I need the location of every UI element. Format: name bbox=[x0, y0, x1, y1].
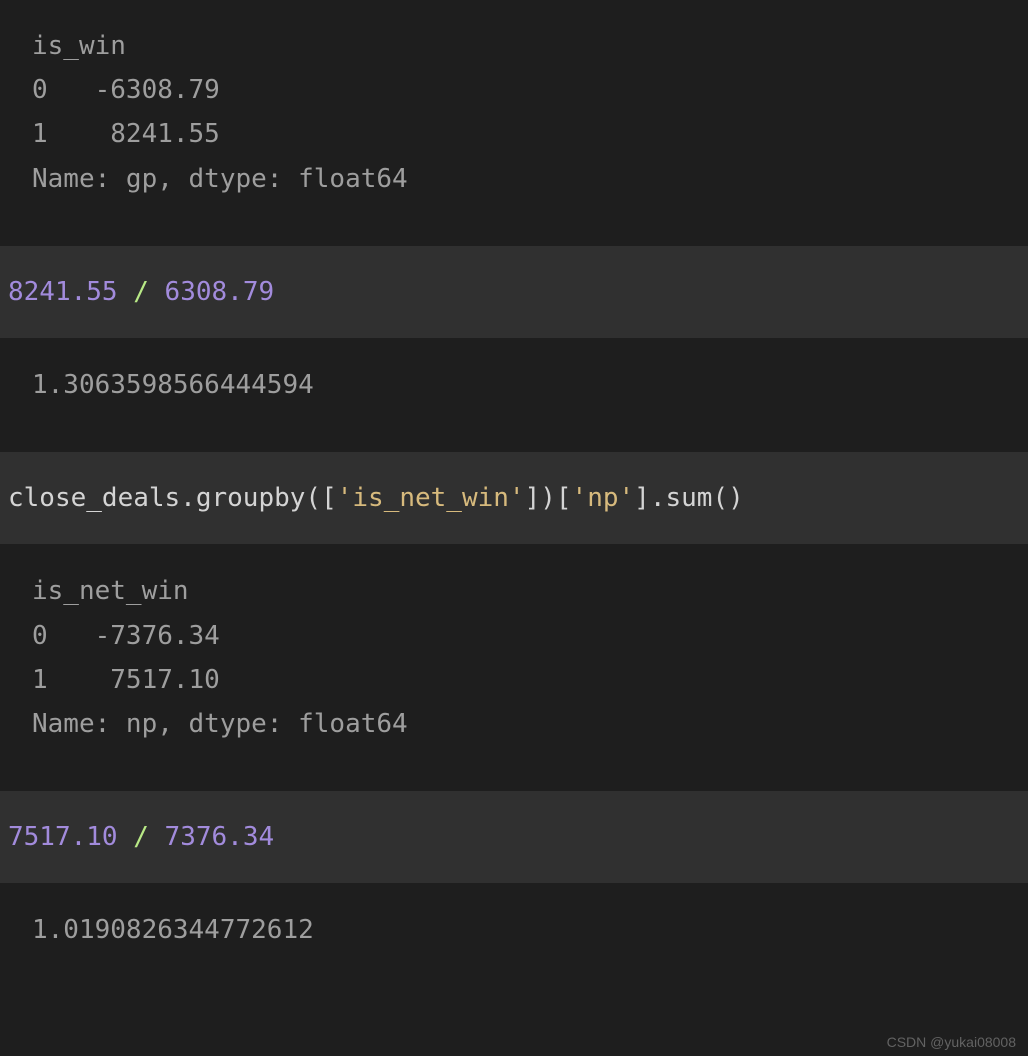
output-line: 1 8241.55 bbox=[32, 119, 220, 149]
output-line: 0 -6308.79 bbox=[32, 75, 220, 105]
operator-divide: / bbox=[118, 277, 165, 307]
number-literal: 7517.10 bbox=[8, 822, 118, 852]
output-cell-3: is_net_win 0 -7376.34 1 7517.10 Name: np… bbox=[0, 545, 1028, 770]
output-line: is_net_win bbox=[32, 576, 189, 606]
input-cell-3[interactable]: close_deals.groupby(['is_net_win'])['np'… bbox=[0, 451, 1028, 545]
code-text: ].sum() bbox=[634, 483, 744, 513]
output-line: 1 7517.10 bbox=[32, 665, 220, 695]
string-literal: 'is_net_win' bbox=[337, 483, 525, 513]
cell-spacer bbox=[0, 770, 1028, 790]
cell-spacer bbox=[0, 225, 1028, 245]
number-literal: 6308.79 bbox=[165, 277, 275, 307]
code-text: ])[ bbox=[525, 483, 572, 513]
operator-divide: / bbox=[118, 822, 165, 852]
cell-spacer bbox=[0, 431, 1028, 451]
output-line: 0 -7376.34 bbox=[32, 621, 220, 651]
output-line: is_win bbox=[32, 31, 126, 61]
string-literal: 'np' bbox=[572, 483, 635, 513]
output-line: Name: gp, dtype: float64 bbox=[32, 164, 408, 194]
input-cell-4[interactable]: 7517.10 / 7376.34 bbox=[0, 790, 1028, 884]
output-line: 1.3063598566444594 bbox=[32, 370, 314, 400]
number-literal: 7376.34 bbox=[165, 822, 275, 852]
output-cell-2: 1.3063598566444594 bbox=[0, 339, 1028, 431]
number-literal: 8241.55 bbox=[8, 277, 118, 307]
input-cell-2[interactable]: 8241.55 / 6308.79 bbox=[0, 245, 1028, 339]
output-cell-4: 1.0190826344772612 bbox=[0, 884, 1028, 976]
watermark-text: CSDN @yukai08008 bbox=[887, 1034, 1016, 1050]
code-text: close_deals.groupby([ bbox=[8, 483, 337, 513]
output-line: 1.0190826344772612 bbox=[32, 915, 314, 945]
output-line: Name: np, dtype: float64 bbox=[32, 709, 408, 739]
output-cell-1: is_win 0 -6308.79 1 8241.55 Name: gp, dt… bbox=[0, 0, 1028, 225]
